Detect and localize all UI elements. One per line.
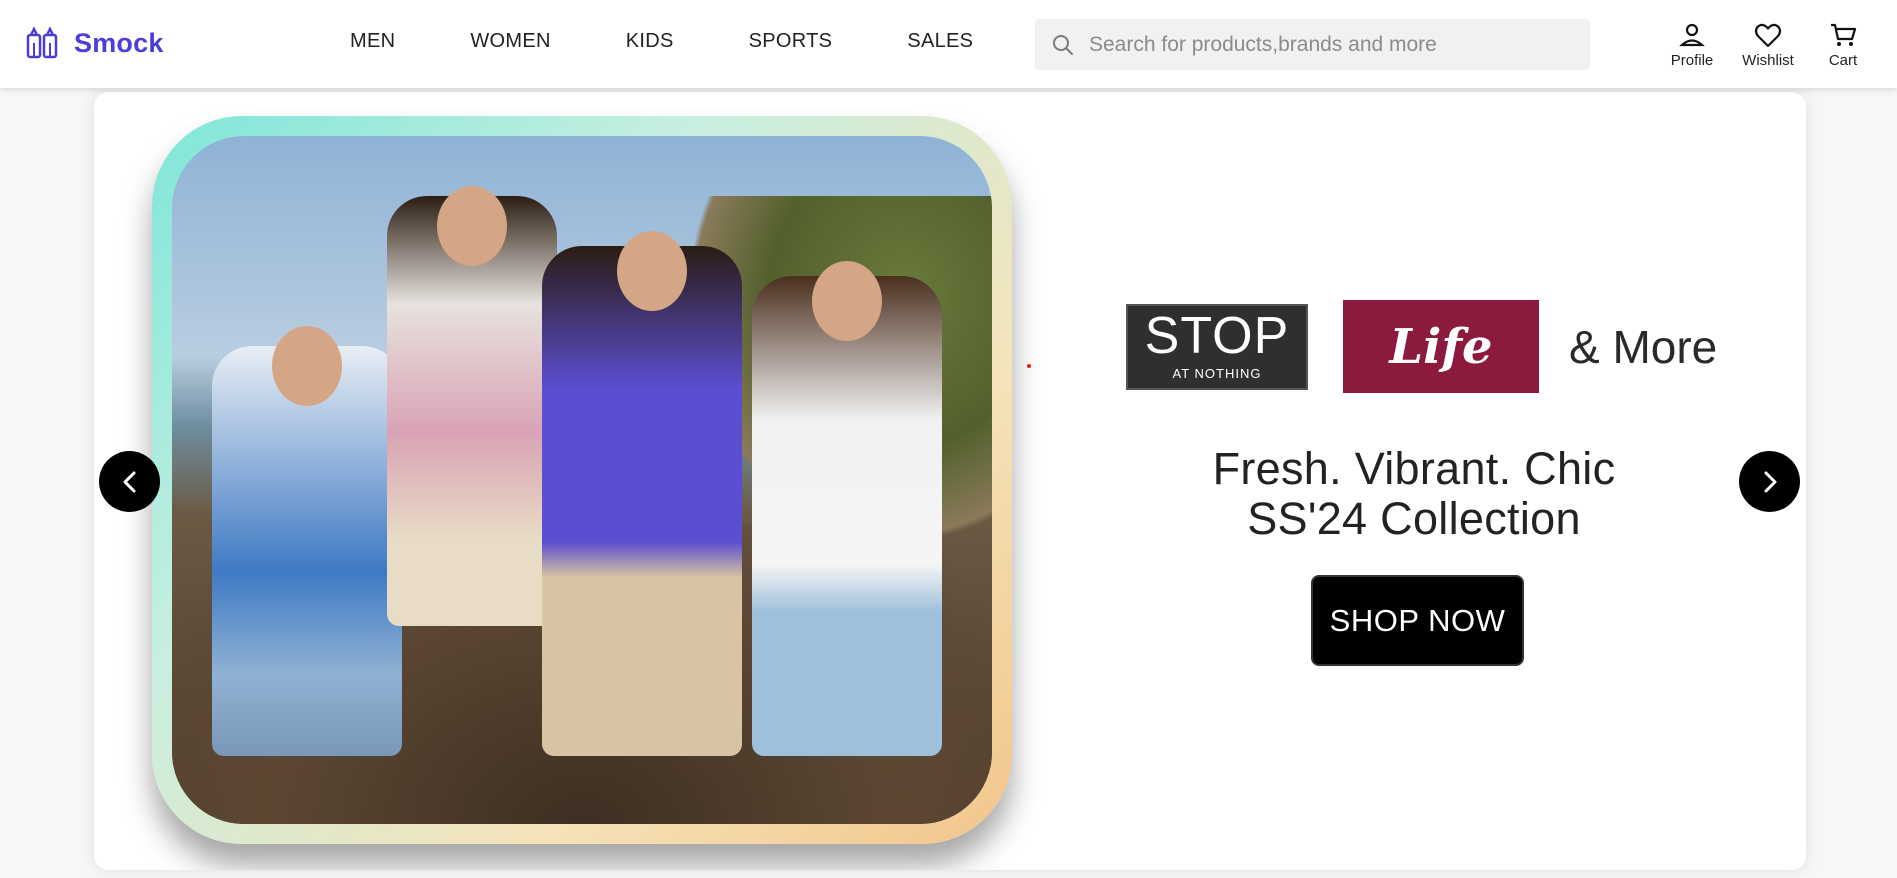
shop-now-button[interactable]: SHOP NOW (1311, 575, 1524, 666)
brand-logos-row: STOP AT NOTHING Life & More (1126, 300, 1717, 393)
search-bar[interactable] (1035, 19, 1590, 70)
wishlist-button[interactable]: Wishlist (1733, 20, 1803, 69)
main-nav: MEN WOMEN KIDS SPORTS SALES (350, 30, 1048, 53)
top-navigation-bar: Smock MEN WOMEN KIDS SPORTS SALES Profil… (0, 0, 1897, 88)
search-icon (1053, 34, 1073, 55)
heart-icon (1754, 23, 1782, 48)
hero-carousel: STOP AT NOTHING Life & More Fresh. Vibra… (0, 88, 1897, 878)
model-figure (542, 246, 742, 756)
nav-item-kids[interactable]: KIDS (626, 30, 674, 53)
banner-photo-frame (152, 116, 1012, 844)
life-brand-logo: Life (1343, 300, 1539, 393)
brand-logo[interactable]: Smock (26, 26, 164, 60)
cart-label: Cart (1828, 52, 1858, 69)
nav-item-sales[interactable]: SALES (907, 30, 973, 53)
model-figure (212, 346, 402, 756)
chevron-right-icon (1764, 471, 1776, 492)
wishlist-label: Wishlist (1742, 52, 1794, 69)
brand-name: Smock (74, 27, 164, 58)
cart-icon (1831, 23, 1857, 46)
nav-item-women[interactable]: WOMEN (470, 30, 550, 53)
user-icon (1679, 23, 1705, 47)
hero-banner[interactable]: STOP AT NOTHING Life & More Fresh. Vibra… (94, 92, 1806, 870)
search-input[interactable] (1089, 32, 1569, 57)
banner-photo (172, 136, 992, 824)
nav-item-sports[interactable]: SPORTS (749, 30, 833, 53)
and-more-text: & More (1569, 320, 1718, 373)
stop-brand-logo: STOP AT NOTHING (1126, 303, 1308, 390)
nav-item-men[interactable]: MEN (350, 30, 395, 53)
cart-button[interactable]: Cart (1808, 20, 1878, 69)
profile-label: Profile (1670, 52, 1714, 69)
model-figure (752, 276, 942, 756)
chevron-left-icon (123, 471, 135, 492)
carousel-next-button[interactable] (1739, 451, 1800, 512)
profile-button[interactable]: Profile (1660, 20, 1724, 69)
store-logo-icon (26, 26, 58, 59)
carousel-prev-button[interactable] (99, 451, 160, 512)
banner-headline: Fresh. Vibrant. Chic SS'24 Collection (1212, 443, 1616, 544)
